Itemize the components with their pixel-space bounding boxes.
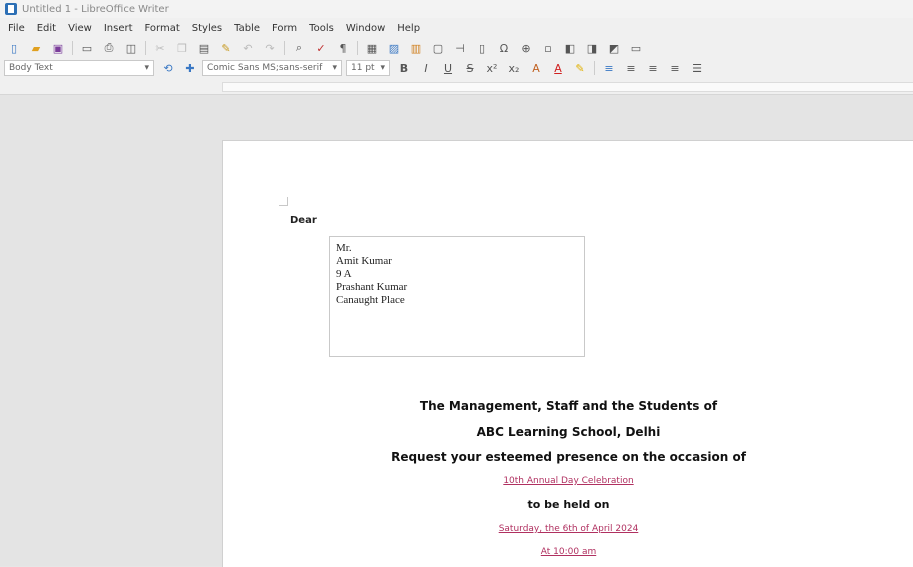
menu-format[interactable]: Format: [145, 23, 180, 34]
align-center-icon[interactable]: ≡: [623, 60, 639, 76]
menu-file[interactable]: File: [8, 23, 25, 34]
menu-window[interactable]: Window: [346, 23, 385, 34]
subscript-icon[interactable]: x₂: [506, 60, 522, 76]
find-replace-icon[interactable]: ⌕: [291, 40, 307, 56]
insert-textbox-icon[interactable]: ▢: [430, 40, 446, 56]
title-bar: Untitled 1 - LibreOffice Writer: [0, 0, 913, 19]
address-line: Amit Kumar: [336, 255, 392, 267]
print-preview-icon[interactable]: ◫: [123, 40, 139, 56]
bullet-list-icon[interactable]: ☰: [689, 60, 705, 76]
window-title: Untitled 1 - LibreOffice Writer: [22, 3, 169, 15]
italic-icon[interactable]: I: [418, 60, 434, 76]
menu-tools[interactable]: Tools: [309, 23, 334, 34]
strikethrough-icon[interactable]: S: [462, 60, 478, 76]
writer-app-icon: [5, 3, 17, 15]
address-line: 9 A: [336, 268, 352, 280]
save-icon[interactable]: ▣: [50, 40, 66, 56]
font-name-dropdown[interactable]: Comic Sans MS;sans-serif ▾: [202, 60, 342, 76]
export-pdf-icon[interactable]: ▭: [79, 40, 95, 56]
clear-formatting-icon[interactable]: A: [528, 60, 544, 76]
insert-table-icon[interactable]: ▦: [364, 40, 380, 56]
cut-icon[interactable]: ✂: [152, 40, 168, 56]
font-size-value: 11 pt: [351, 63, 375, 73]
horizontal-ruler[interactable]: [0, 78, 913, 95]
menu-bar: File Edit View Insert Format Styles Tabl…: [0, 18, 913, 38]
highlight-color-icon[interactable]: ✎: [572, 60, 588, 76]
address-line: Canaught Place: [336, 294, 405, 306]
redo-icon[interactable]: ↷: [262, 40, 278, 56]
chevron-down-icon: ▾: [144, 63, 149, 73]
menu-form[interactable]: Form: [272, 23, 297, 34]
bold-icon[interactable]: B: [396, 60, 412, 76]
toolbar-separator: [357, 41, 358, 55]
invitation-line: The Management, Staff and the Students o…: [419, 399, 718, 413]
underline-icon[interactable]: U: [440, 60, 456, 76]
menu-table[interactable]: Table: [234, 23, 260, 34]
document-page[interactable]: Dear Mr. Amit Kumar 9 A Prashant Kumar C…: [222, 140, 913, 567]
invitation-line: ABC Learning School, Delhi: [476, 425, 661, 439]
paragraph-style-dropdown[interactable]: Body Text ▾: [4, 60, 154, 76]
address-line: Prashant Kumar: [336, 281, 408, 293]
shapes-icon[interactable]: ▭: [628, 40, 644, 56]
menu-insert[interactable]: Insert: [104, 23, 133, 34]
spelling-icon[interactable]: ✓: [313, 40, 329, 56]
menu-styles[interactable]: Styles: [192, 23, 222, 34]
new-style-icon[interactable]: ✚: [182, 60, 198, 76]
superscript-icon[interactable]: x²: [484, 60, 500, 76]
font-name-value: Comic Sans MS;sans-serif: [207, 63, 323, 73]
invitation-line: Saturday, the 6th of April 2024: [498, 524, 639, 534]
footnote-icon[interactable]: ▫: [540, 40, 556, 56]
paragraph-style-value: Body Text: [9, 63, 53, 73]
toolbar-separator: [72, 41, 73, 55]
chevron-down-icon: ▾: [380, 63, 385, 73]
invitation-line: Request your esteemed presence on the oc…: [391, 450, 746, 464]
comment-icon[interactable]: ◧: [562, 40, 578, 56]
insert-image-icon[interactable]: ▨: [386, 40, 402, 56]
invitation-line: 10th Annual Day Celebration: [503, 476, 634, 486]
toolbar-area: ▯ ▰ ▣ ▭ ⎙ ◫ ✂ ❐ ▤ ✎ ↶ ↷ ⌕ ✓ ¶ ▦ ▨ ▥ ▢ ⊣ …: [0, 38, 913, 78]
menu-edit[interactable]: Edit: [37, 23, 56, 34]
paste-icon[interactable]: ▤: [196, 40, 212, 56]
special-character-icon[interactable]: Ω: [496, 40, 512, 56]
address-line: Mr.: [336, 242, 352, 254]
toolbar-separator: [284, 41, 285, 55]
hyperlink-icon[interactable]: ⊕: [518, 40, 534, 56]
ruler-track: [222, 82, 913, 92]
insert-field-icon[interactable]: ▯: [474, 40, 490, 56]
copy-icon[interactable]: ❐: [174, 40, 190, 56]
font-color-icon[interactable]: A: [550, 60, 566, 76]
undo-icon[interactable]: ↶: [240, 40, 256, 56]
address-textbox[interactable]: Mr. Amit Kumar 9 A Prashant Kumar Canaug…: [329, 236, 585, 357]
toolbar-separator: [594, 61, 595, 75]
toolbar-separator: [145, 41, 146, 55]
align-right-icon[interactable]: ≡: [645, 60, 661, 76]
standard-toolbar: ▯ ▰ ▣ ▭ ⎙ ◫ ✂ ❐ ▤ ✎ ↶ ↷ ⌕ ✓ ¶ ▦ ▨ ▥ ▢ ⊣ …: [0, 38, 644, 58]
salutation-text: Dear: [290, 215, 317, 226]
line-icon[interactable]: ◩: [606, 40, 622, 56]
insert-chart-icon[interactable]: ▥: [408, 40, 424, 56]
formatting-marks-icon[interactable]: ¶: [335, 40, 351, 56]
justify-icon[interactable]: ≡: [667, 60, 683, 76]
align-left-icon[interactable]: ≡: [601, 60, 617, 76]
page-break-icon[interactable]: ⊣: [452, 40, 468, 56]
font-size-dropdown[interactable]: 11 pt ▾: [346, 60, 390, 76]
menu-help[interactable]: Help: [397, 23, 420, 34]
track-changes-icon[interactable]: ◨: [584, 40, 600, 56]
invitation-line: to be held on: [527, 498, 610, 511]
print-icon[interactable]: ⎙: [101, 40, 117, 56]
chevron-down-icon: ▾: [332, 63, 337, 73]
update-style-icon[interactable]: ⟲: [160, 60, 176, 76]
clone-formatting-icon[interactable]: ✎: [218, 40, 234, 56]
formatting-toolbar: Body Text ▾ ⟲ ✚ Comic Sans MS;sans-serif…: [0, 58, 705, 78]
menu-view[interactable]: View: [68, 23, 92, 34]
open-folder-icon[interactable]: ▰: [28, 40, 44, 56]
invitation-line: At 10:00 am: [540, 547, 597, 557]
new-document-icon[interactable]: ▯: [6, 40, 22, 56]
page-corner-mark: [279, 197, 288, 206]
